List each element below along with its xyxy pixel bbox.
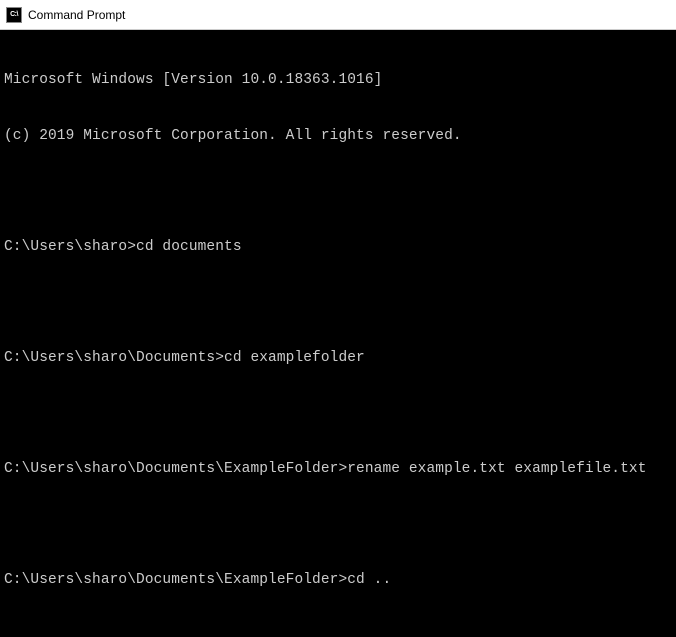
terminal-line: Microsoft Windows [Version 10.0.18363.10… <box>4 71 672 90</box>
terminal-line <box>4 182 672 201</box>
terminal-line: (c) 2019 Microsoft Corporation. All righ… <box>4 127 672 146</box>
terminal-line <box>4 404 672 423</box>
terminal-line <box>4 293 672 312</box>
window-title: Command Prompt <box>28 8 125 22</box>
terminal-line <box>4 626 672 637</box>
terminal-line <box>4 515 672 534</box>
terminal-line: C:\Users\sharo\Documents>cd examplefolde… <box>4 349 672 368</box>
cmd-icon: C:\ <box>6 7 22 23</box>
terminal-area[interactable]: Microsoft Windows [Version 10.0.18363.10… <box>0 30 676 637</box>
terminal-line: C:\Users\sharo\Documents\ExampleFolder>c… <box>4 571 672 590</box>
cmd-icon-label: C:\ <box>10 11 18 18</box>
terminal-line: C:\Users\sharo>cd documents <box>4 238 672 257</box>
terminal-line: C:\Users\sharo\Documents\ExampleFolder>r… <box>4 460 672 479</box>
titlebar[interactable]: C:\ Command Prompt <box>0 0 676 30</box>
